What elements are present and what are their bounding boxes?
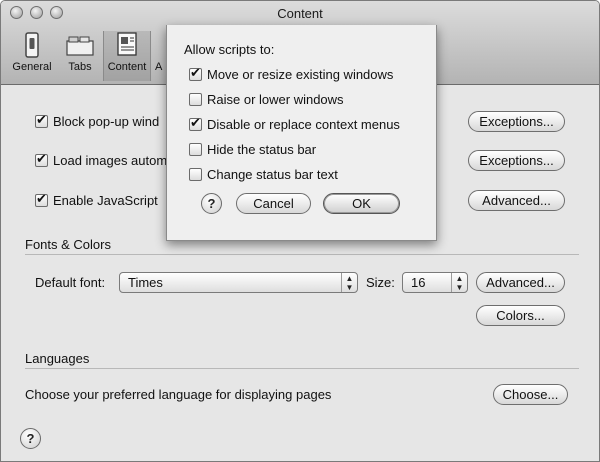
raise-lower-label: Raise or lower windows <box>207 92 344 107</box>
window-title: Content <box>277 6 323 21</box>
toolbar-label-content: Content <box>107 61 147 73</box>
block-popups-checkbox[interactable] <box>35 112 48 128</box>
tabs-icon <box>66 36 94 56</box>
script-option-raise-lower[interactable]: Raise or lower windows <box>189 92 344 107</box>
size-label: Size: <box>366 275 395 290</box>
hide-status-bar-checkbox[interactable] <box>189 143 202 156</box>
hide-status-bar-label: Hide the status bar <box>207 142 317 157</box>
help-button[interactable]: ? <box>20 428 41 449</box>
default-font-popup[interactable]: Times ▲ ▼ <box>119 272 358 293</box>
enable-javascript-checkbox[interactable] <box>35 191 48 207</box>
script-option-context-menus[interactable]: Disable or replace context menus <box>189 115 400 132</box>
context-menus-checkbox[interactable] <box>189 115 202 131</box>
block-popups-checkbox-row[interactable]: Block pop-up wind <box>35 112 160 129</box>
script-option-move-resize[interactable]: Move or resize existing windows <box>189 65 394 82</box>
languages-divider <box>25 368 579 369</box>
sheet-heading: Allow scripts to: <box>184 42 275 57</box>
sheet-help-button[interactable]: ? <box>201 193 222 214</box>
enable-javascript-checkbox-row[interactable]: Enable JavaScript <box>35 191 158 208</box>
advanced-javascript-button[interactable]: Advanced... <box>468 190 565 211</box>
fonts-colors-heading: Fonts & Colors <box>25 237 111 252</box>
enable-javascript-label: Enable JavaScript <box>53 193 158 208</box>
script-option-status-bar-text[interactable]: Change status bar text <box>189 167 338 182</box>
colors-button[interactable]: Colors... <box>476 305 565 326</box>
preferences-window: Content General Tabs Content A ✔ Block p… <box>0 0 600 462</box>
general-switch-icon <box>25 32 39 58</box>
toolbar-label-tabs: Tabs <box>68 61 92 73</box>
toolbar-item-content[interactable]: Content <box>103 31 151 81</box>
load-images-checkbox[interactable] <box>35 151 48 167</box>
allow-scripts-sheet: Allow scripts to: Move or resize existin… <box>166 25 437 241</box>
move-resize-checkbox[interactable] <box>189 65 202 81</box>
languages-description: Choose your preferred language for displ… <box>25 387 332 402</box>
status-bar-text-label: Change status bar text <box>207 167 338 182</box>
status-bar-text-checkbox[interactable] <box>189 168 202 181</box>
raise-lower-checkbox[interactable] <box>189 93 202 106</box>
load-images-checkbox-row[interactable]: Load images autom <box>35 151 168 168</box>
font-size-value: 16 <box>411 275 426 290</box>
block-popups-label: Block pop-up wind <box>53 114 160 129</box>
toolbar-item-tabs[interactable]: Tabs <box>59 31 101 81</box>
cancel-button[interactable]: Cancel <box>236 193 311 214</box>
context-menus-label: Disable or replace context menus <box>207 117 400 132</box>
ok-button[interactable]: OK <box>323 193 400 214</box>
default-font-label: Default font: <box>35 275 106 290</box>
fonts-divider <box>25 254 579 255</box>
move-resize-label: Move or resize existing windows <box>207 67 394 82</box>
toolbar-label-general: General <box>12 61 52 73</box>
popup-arrows-icon: ▲ ▼ <box>451 273 467 292</box>
font-size-popup[interactable]: 16 ▲ ▼ <box>402 272 468 293</box>
script-option-hide-status-bar[interactable]: Hide the status bar <box>189 142 316 157</box>
load-images-label: Load images autom <box>53 153 168 168</box>
exceptions-button-popups[interactable]: Exceptions... <box>468 111 565 132</box>
content-document-icon <box>117 32 137 56</box>
advanced-fonts-button[interactable]: Advanced... <box>476 272 565 293</box>
languages-heading: Languages <box>25 351 90 366</box>
choose-language-button[interactable]: Choose... <box>493 384 568 405</box>
toolbar-item-general[interactable]: General <box>9 31 55 81</box>
exceptions-button-images[interactable]: Exceptions... <box>468 150 565 171</box>
popup-arrows-icon: ▲ ▼ <box>341 273 357 292</box>
toolbar-label-partial: A <box>155 61 163 73</box>
default-font-value: Times <box>128 275 163 290</box>
